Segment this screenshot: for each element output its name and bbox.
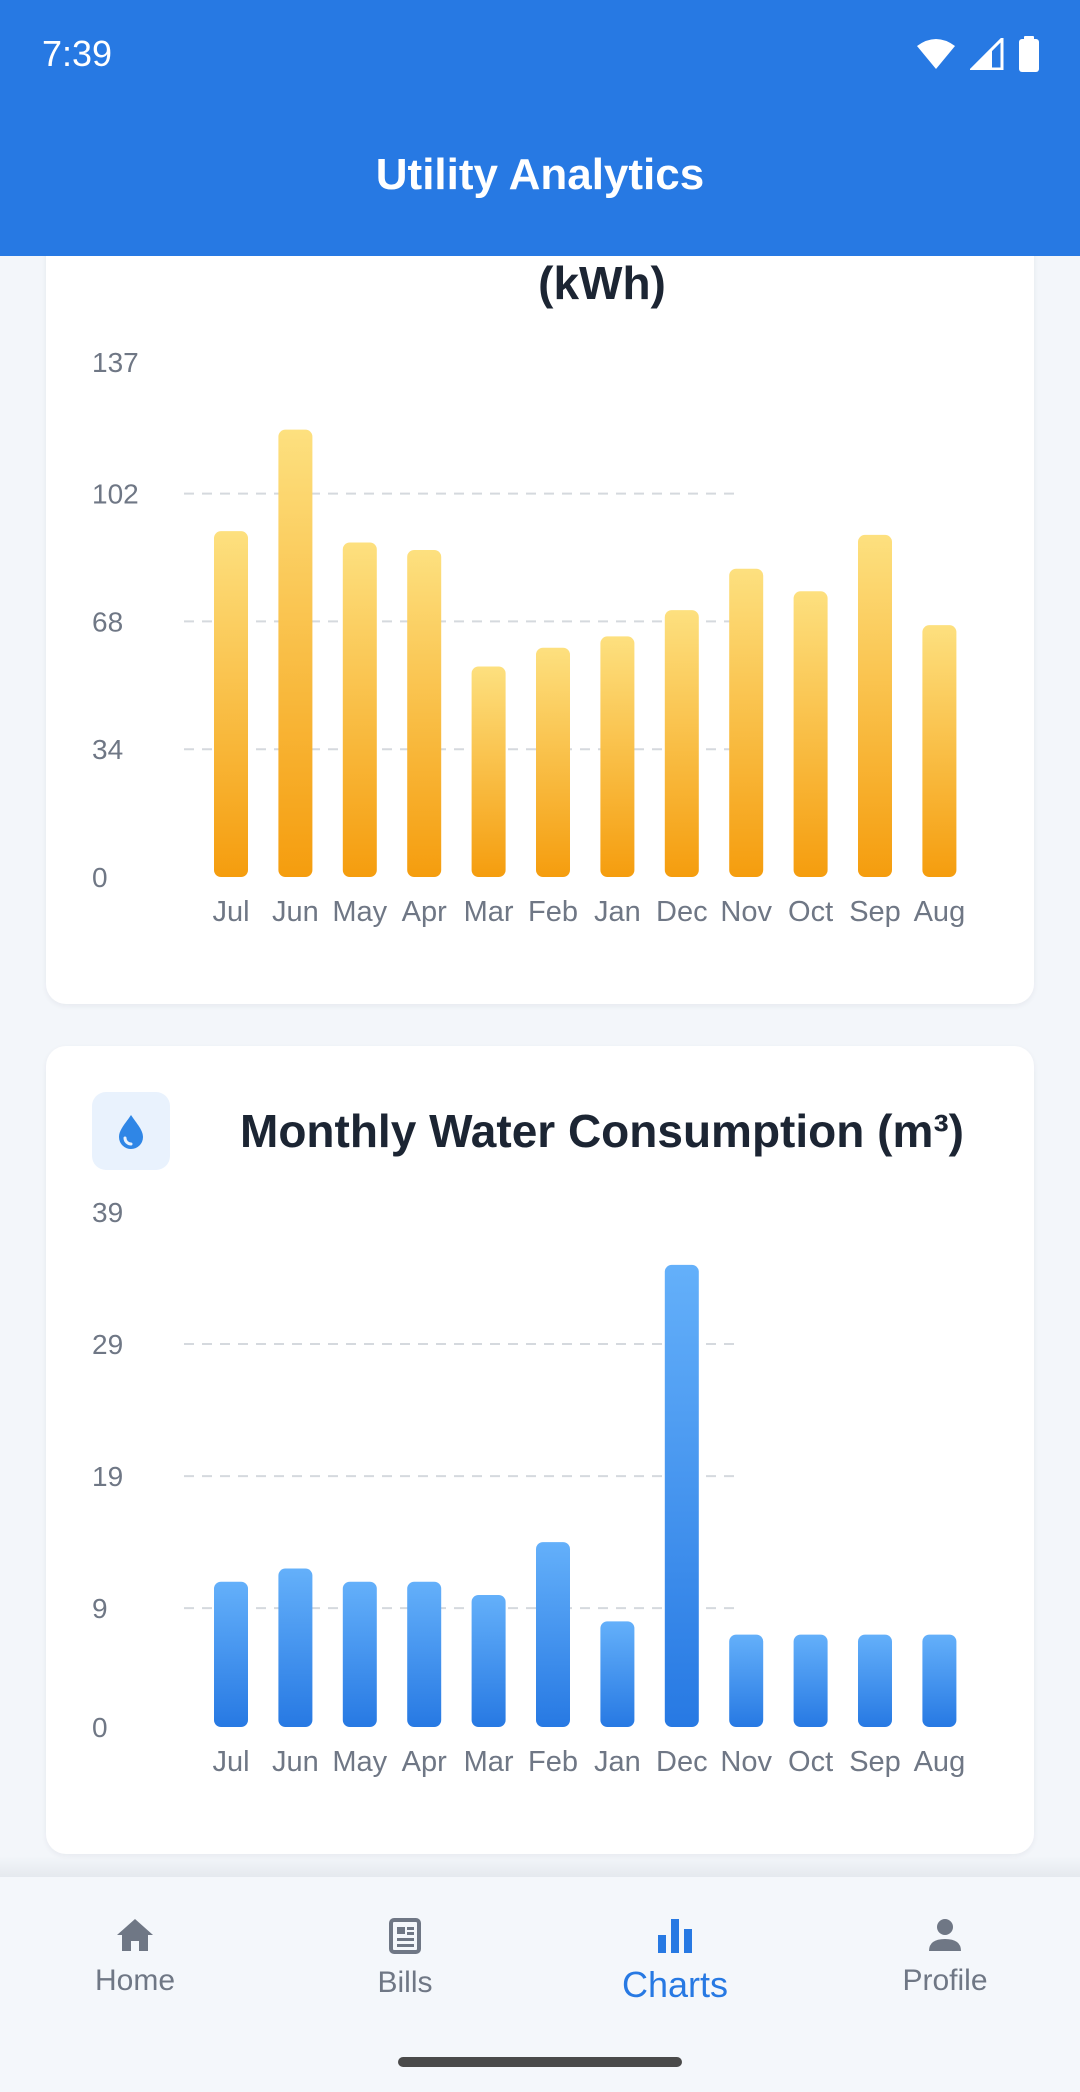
nav-item-charts[interactable]: Charts	[575, 1917, 775, 2006]
water-bar-feb	[536, 1542, 570, 1727]
electricity-x-tick-label: Aug	[914, 896, 966, 928]
water-y-tick-label: 29	[92, 1329, 123, 1360]
water-y-tick-label: 9	[92, 1593, 108, 1624]
electricity-x-tick-label: Mar	[464, 896, 514, 928]
home-icon	[117, 1919, 153, 1951]
electricity-x-tick-label: Oct	[788, 896, 833, 928]
nav-item-profile[interactable]: Profile	[845, 1917, 1045, 1998]
electricity-bar-jun	[278, 429, 313, 877]
electricity-bar-jan	[600, 636, 635, 877]
wifi-icon	[917, 39, 955, 69]
electricity-bar-jul	[214, 531, 248, 877]
status-icons	[916, 36, 1040, 72]
water-bar-jun	[278, 1568, 313, 1727]
electricity-x-tick-label: Jun	[272, 896, 319, 928]
electricity-y-tick-label: 68	[92, 606, 123, 637]
water-x-tick-label: Oct	[788, 1746, 833, 1778]
scroll-edge-shadow	[0, 1856, 1080, 1878]
electricity-bar-sep	[858, 534, 892, 877]
electricity-x-tick-label: Apr	[402, 896, 447, 928]
water-y-tick-label: 39	[92, 1197, 123, 1228]
electricity-x-tick-label: May	[332, 896, 387, 928]
water-chart-card: Monthly Water Consumption (m³) 0 9 19 29 39 J…	[46, 1046, 1034, 1854]
electricity-y-tick-label: 137	[92, 347, 139, 378]
electricity-bar-oct	[793, 591, 828, 877]
water-x-tick-label: Nov	[720, 1746, 772, 1778]
water-y-tick-label: 19	[92, 1461, 123, 1492]
nav-item-home[interactable]: Home	[35, 1917, 235, 1998]
water-x-tick-label: Mar	[464, 1746, 514, 1778]
electricity-x-tick-label: Jan	[594, 896, 641, 928]
bar-chart-icon	[658, 1919, 692, 1953]
water-x-tick-label: Jun	[272, 1746, 319, 1778]
water-bar-aug	[922, 1634, 957, 1727]
page-title: Utility Analytics	[375, 150, 705, 199]
water-bar-jan	[600, 1621, 635, 1727]
electricity-bar-feb	[536, 647, 570, 877]
water-x-tick-label: Feb	[528, 1746, 578, 1778]
receipt-icon	[389, 1918, 421, 1954]
battery-icon	[1019, 36, 1039, 72]
water-bar-oct	[793, 1634, 828, 1727]
electricity-y-tick-label: 34	[92, 734, 123, 765]
water-x-tick-label: Apr	[402, 1746, 447, 1778]
nav-label-profile: Profile	[902, 1964, 988, 1997]
electricity-x-tick-label: Nov	[720, 896, 772, 928]
home-indicator	[398, 2057, 682, 2067]
water-x-tick-label: Aug	[914, 1746, 966, 1778]
electricity-x-tick-label: Jul	[212, 896, 249, 928]
water-x-tick-label: Dec	[656, 1746, 708, 1778]
water-bar-dec	[664, 1264, 699, 1727]
water-bar-apr	[407, 1581, 442, 1727]
signal-icon	[970, 38, 1004, 70]
nav-label-home: Home	[94, 1964, 176, 1997]
nav-item-bills[interactable]: Bills	[305, 1917, 505, 2000]
person-icon	[929, 1919, 961, 1951]
water-bar-chart: 0 9 19 29 39 Jul Jun May Apr Mar Feb Jan Dec Nov Oct Se…	[92, 1197, 966, 1778]
electricity-y-tick-label: 102	[92, 479, 139, 510]
electricity-x-tick-label: Dec	[656, 896, 708, 928]
app-header: 7:39 Utility Analytics	[0, 0, 1080, 256]
water-bar-sep	[858, 1634, 892, 1727]
water-y-tick-label: 0	[92, 1712, 108, 1743]
electricity-bar-chart: 0 34 68 102 137 Jul Jun May Apr Mar Feb Jan Dec Nov Oc…	[92, 347, 966, 928]
water-x-tick-label: Jan	[594, 1746, 641, 1778]
electricity-y-tick-label: 0	[92, 862, 108, 893]
water-bar-jul	[214, 1581, 248, 1727]
electricity-x-tick-label: Sep	[849, 896, 901, 928]
electricity-chart-card: (kWh) 0 34 68 102 137 Jul Jun May Apr Mar Feb Jan De…	[46, 178, 1034, 1004]
electricity-bar-may	[342, 542, 377, 877]
electricity-bar-dec	[664, 610, 699, 877]
electricity-bar-nov	[729, 568, 764, 877]
electricity-bar-aug	[922, 625, 957, 877]
nav-label-charts: Charts	[621, 1964, 729, 2005]
water-x-tick-label: May	[332, 1746, 387, 1778]
electricity-x-tick-label: Feb	[528, 896, 578, 928]
electricity-bar-mar	[471, 666, 506, 877]
nav-label-bills: Bills	[377, 1966, 433, 1999]
water-x-tick-label: Sep	[849, 1746, 901, 1778]
status-time: 7:39	[42, 33, 113, 74]
water-bar-may	[342, 1581, 377, 1727]
water-bar-mar	[471, 1594, 506, 1727]
electricity-bar-apr	[407, 549, 442, 877]
water-x-tick-label: Jul	[212, 1746, 249, 1778]
water-bar-nov	[729, 1634, 764, 1727]
